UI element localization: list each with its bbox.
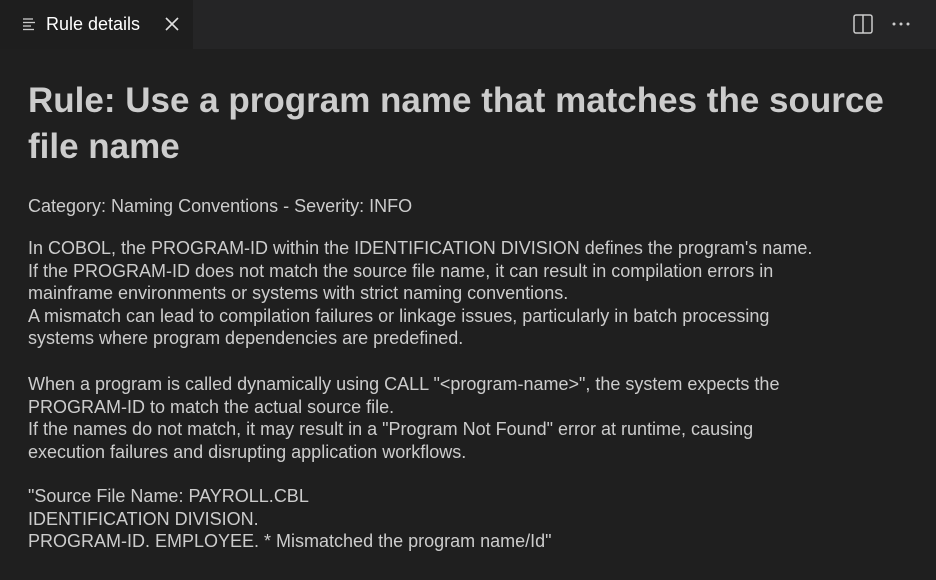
editor-tab-bar: Rule details (0, 0, 936, 49)
tab-rule-details[interactable]: Rule details (0, 0, 193, 49)
text-line: PROGRAM-ID. EMPLOYEE. * Mismatched the p… (28, 531, 552, 551)
text-line: If the names do not match, it may result… (28, 419, 754, 439)
tab-label: Rule details (46, 14, 141, 34)
text-line: When a program is called dynamically usi… (28, 374, 780, 394)
text-line: IDENTIFICATION DIVISION. (28, 508, 259, 529)
split-editor-icon[interactable] (852, 13, 874, 35)
preview-lines-icon (23, 18, 35, 31)
text-line: If the PROGRAM-ID does not match the sou… (28, 260, 774, 281)
rule-meta: Category: Naming Conventions - Severity:… (28, 196, 413, 216)
rule-description-paragraph: When a program is called dynamically usi… (28, 373, 928, 463)
rule-details-content: Rule: Use a program name that matches th… (0, 49, 936, 580)
text-line: execution failures and disrupting applic… (28, 441, 467, 462)
text-line: PROGRAM-ID to match the actual source fi… (28, 396, 395, 417)
text-line: mainframe environments or systems with s… (28, 283, 569, 303)
rule-title: Rule: Use a program name that matches th… (28, 81, 884, 166)
text-line: "Source File Name: PAYROLL.CBL (28, 486, 309, 506)
text-line: A mismatch can lead to compilation failu… (28, 305, 770, 326)
text-line: In COBOL, the PROGRAM-ID within the IDEN… (28, 238, 813, 258)
rule-description-paragraph: In COBOL, the PROGRAM-ID within the IDEN… (28, 237, 928, 350)
text-line: systems where program dependencies are p… (28, 328, 464, 348)
rule-example-paragraph: "Source File Name: PAYROLL.CBL IDENTIFIC… (28, 485, 928, 553)
close-icon[interactable] (163, 15, 181, 33)
more-actions-icon[interactable] (890, 13, 912, 35)
